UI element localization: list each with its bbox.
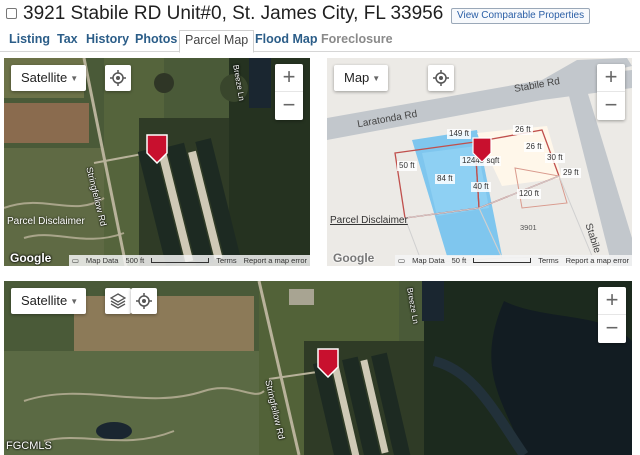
- google-logo: Google: [10, 251, 52, 265]
- lot-number: 3901: [520, 223, 537, 232]
- select-checkbox[interactable]: [6, 8, 17, 19]
- zoom-in-button[interactable]: +: [275, 64, 303, 92]
- road-map-parcel[interactable]: Laratonda Rd Stabile Rd Stabile Map ▼ + −…: [327, 58, 632, 266]
- map-data-link[interactable]: Map Data: [412, 255, 445, 266]
- tab-foreclosure[interactable]: Foreclosure: [321, 31, 393, 52]
- layers-button[interactable]: [105, 288, 131, 314]
- google-logo: Google: [333, 251, 375, 265]
- parcel-dimension: 26 ft: [513, 125, 533, 135]
- tab-history[interactable]: History: [86, 31, 129, 52]
- zoom-in-button[interactable]: +: [598, 287, 626, 315]
- parcel-dimension: 84 ft: [435, 174, 455, 184]
- tab-photos[interactable]: Photos: [135, 31, 177, 52]
- listing-header: 3921 Stabile RD Unit#0, St. James City, …: [0, 0, 640, 28]
- report-map-error-link[interactable]: Report a map error: [244, 255, 307, 266]
- parcel-dimension: 149 ft: [447, 129, 472, 139]
- scale-label: 500 ft: [125, 256, 145, 265]
- listing-tabs: Listing Tax History Photos Parcel Map Fl…: [0, 28, 640, 53]
- map-type-label: Satellite: [21, 70, 68, 85]
- caret-down-icon: ▼: [70, 296, 79, 306]
- parcel-disclaimer-link[interactable]: Parcel Disclaimer: [7, 216, 85, 227]
- property-marker-icon[interactable]: [146, 134, 168, 164]
- terms-link[interactable]: Terms: [216, 255, 236, 266]
- property-address: 3921 Stabile RD Unit#0, St. James City, …: [23, 3, 444, 24]
- map-type-selector[interactable]: Satellite ▼: [11, 288, 87, 314]
- locate-button[interactable]: [131, 288, 157, 314]
- layers-icon: [110, 293, 126, 309]
- map-data-link[interactable]: Map Data: [86, 255, 119, 266]
- parcel-dimension: 26 ft: [524, 142, 544, 152]
- map-type-selector[interactable]: Map ▼: [334, 65, 389, 91]
- tab-tax[interactable]: Tax: [57, 31, 78, 52]
- scale-bar: [473, 258, 532, 263]
- map-footer: ▭ Map Data 50 ft Terms Report a map erro…: [395, 255, 632, 266]
- zoom-control: + −: [275, 64, 303, 120]
- map-type-selector[interactable]: Satellite ▼: [11, 65, 87, 91]
- parcel-dimension: 29 ft: [561, 168, 581, 178]
- zoom-in-button[interactable]: +: [597, 64, 625, 92]
- report-map-error-link[interactable]: Report a map error: [566, 255, 629, 266]
- parcel-disclaimer-link[interactable]: Parcel Disclaimer: [330, 215, 408, 226]
- crosshair-icon: [110, 70, 126, 86]
- zoom-control: + −: [597, 64, 625, 120]
- crosshair-icon: [136, 293, 152, 309]
- terms-link[interactable]: Terms: [538, 255, 558, 266]
- tab-parcel-map[interactable]: Parcel Map: [179, 30, 255, 53]
- keyboard-icon: ▭: [398, 256, 406, 265]
- zoom-out-button[interactable]: −: [598, 315, 626, 343]
- satellite-map-wide[interactable]: Satellite ▼ + − Stringfellow Rd Breeze Ln…: [4, 281, 632, 455]
- property-marker-icon[interactable]: [472, 137, 492, 163]
- parcel-dimension: 50 ft: [397, 161, 417, 171]
- zoom-control: + −: [598, 287, 626, 343]
- keyboard-icon: ▭: [71, 256, 79, 265]
- map-type-label: Satellite: [21, 293, 68, 308]
- scale-bar: [151, 258, 210, 263]
- parcel-dimension: 120 ft: [517, 189, 542, 199]
- view-comparable-properties-button[interactable]: View Comparable Properties: [451, 8, 591, 24]
- map-footer: ▭ Map Data 500 ft Terms Report a map err…: [68, 255, 310, 266]
- locate-button[interactable]: [105, 65, 131, 91]
- tab-listing[interactable]: Listing: [9, 31, 50, 52]
- caret-down-icon: ▼: [372, 73, 381, 83]
- zoom-out-button[interactable]: −: [597, 92, 625, 120]
- scale-label: 50 ft: [451, 256, 467, 265]
- parcel-dimension: 30 ft: [545, 153, 565, 163]
- parcel-dimension: 40 ft: [471, 182, 491, 192]
- caret-down-icon: ▼: [70, 73, 79, 83]
- property-marker-icon[interactable]: [317, 348, 339, 378]
- mls-watermark: FGCMLS: [6, 440, 52, 452]
- tab-flood-map[interactable]: Flood Map: [255, 31, 318, 52]
- map-type-label: Map: [344, 70, 370, 85]
- locate-button[interactable]: [428, 65, 454, 91]
- zoom-out-button[interactable]: −: [275, 92, 303, 120]
- crosshair-icon: [433, 70, 449, 86]
- satellite-map-small[interactable]: Satellite ▼ + − Stringfellow Rd Breeze Ln…: [4, 58, 310, 266]
